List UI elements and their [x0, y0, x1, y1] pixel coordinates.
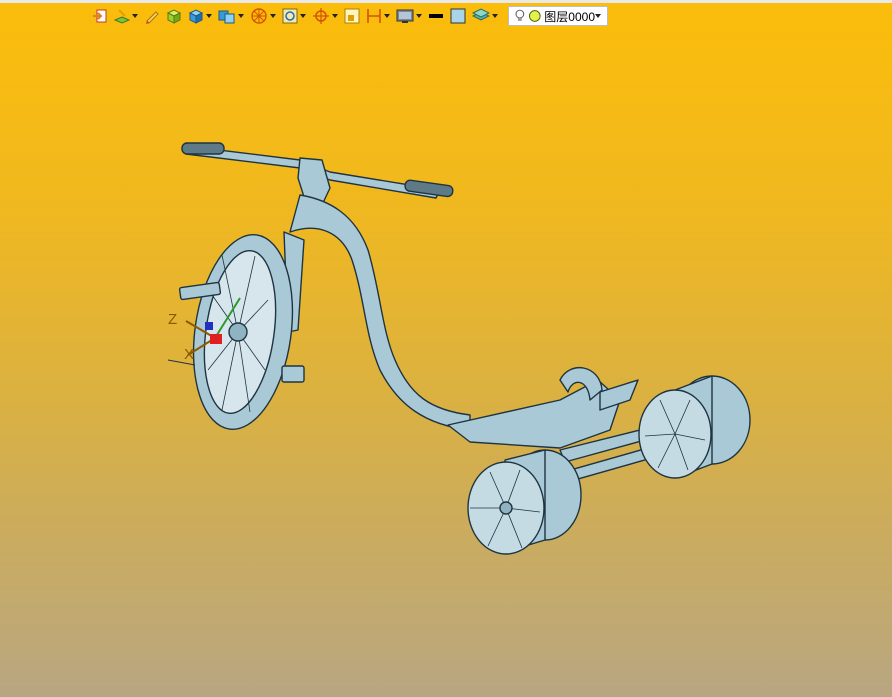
import-icon	[93, 9, 107, 23]
chevron-down-icon[interactable]	[416, 14, 422, 18]
chevron-down-icon[interactable]	[595, 14, 601, 18]
sketch-plane-button[interactable]	[114, 6, 138, 26]
extrude-box-icon	[166, 9, 182, 24]
chevron-down-icon[interactable]	[492, 14, 498, 18]
x-axis-label: X	[184, 346, 195, 363]
fill-color-button[interactable]	[450, 6, 466, 26]
wheel-view-button[interactable]	[250, 6, 276, 26]
solid-cube-button[interactable]	[188, 6, 212, 26]
right-pedal	[281, 365, 305, 383]
fit-view-button[interactable]	[282, 6, 306, 26]
line-color-button[interactable]	[428, 6, 444, 26]
pencil-button[interactable]	[144, 6, 160, 26]
fit-view-icon	[282, 8, 298, 24]
chevron-down-icon[interactable]	[206, 14, 212, 18]
chevron-down-icon[interactable]	[300, 14, 306, 18]
crosshair-snap-icon	[313, 8, 329, 24]
crosshair-snap-button[interactable]	[312, 6, 338, 26]
import-button[interactable]	[92, 6, 108, 26]
sketch-plane-icon	[114, 9, 130, 24]
layer-selector[interactable]: 图层0000	[508, 6, 608, 26]
display-mode-icon	[396, 9, 414, 23]
tricycle-3d-model[interactable]	[0, 28, 892, 697]
chevron-down-icon[interactable]	[132, 14, 138, 18]
layer-color-dot-icon[interactable]	[528, 9, 542, 23]
select-filter-icon	[344, 8, 360, 24]
main-frame	[289, 194, 471, 431]
main-toolbar: 图层0000	[92, 5, 608, 27]
extrude-box-button[interactable]	[166, 6, 182, 26]
layer-stack-icon	[472, 8, 490, 21]
z-axis-label: Z	[168, 311, 178, 328]
chevron-down-icon[interactable]	[238, 14, 244, 18]
boolean-button[interactable]	[218, 6, 244, 26]
chevron-down-icon[interactable]	[270, 14, 276, 18]
fill-color-icon	[450, 8, 466, 24]
3d-viewport[interactable]: Z X	[0, 28, 892, 697]
wheel-view-icon	[251, 8, 267, 24]
select-filter-button[interactable]	[344, 6, 360, 26]
measure-icon	[367, 9, 381, 23]
pencil-icon	[146, 11, 159, 24]
seat-rail	[599, 379, 639, 411]
solid-cube-icon	[188, 9, 204, 24]
bulb-icon[interactable]	[515, 9, 525, 23]
left-grip	[181, 142, 225, 155]
window-top-border	[0, 0, 892, 3]
display-mode-button[interactable]	[396, 6, 422, 26]
layer-name: 图层0000	[544, 9, 595, 24]
chevron-down-icon[interactable]	[332, 14, 338, 18]
rear-left-hub	[499, 501, 513, 515]
layer-stack-button[interactable]	[472, 6, 498, 26]
boolean-icon	[218, 10, 235, 24]
line-color-icon	[429, 14, 443, 18]
chevron-down-icon[interactable]	[384, 14, 390, 18]
measure-button[interactable]	[366, 6, 390, 26]
front-hub	[228, 322, 248, 342]
